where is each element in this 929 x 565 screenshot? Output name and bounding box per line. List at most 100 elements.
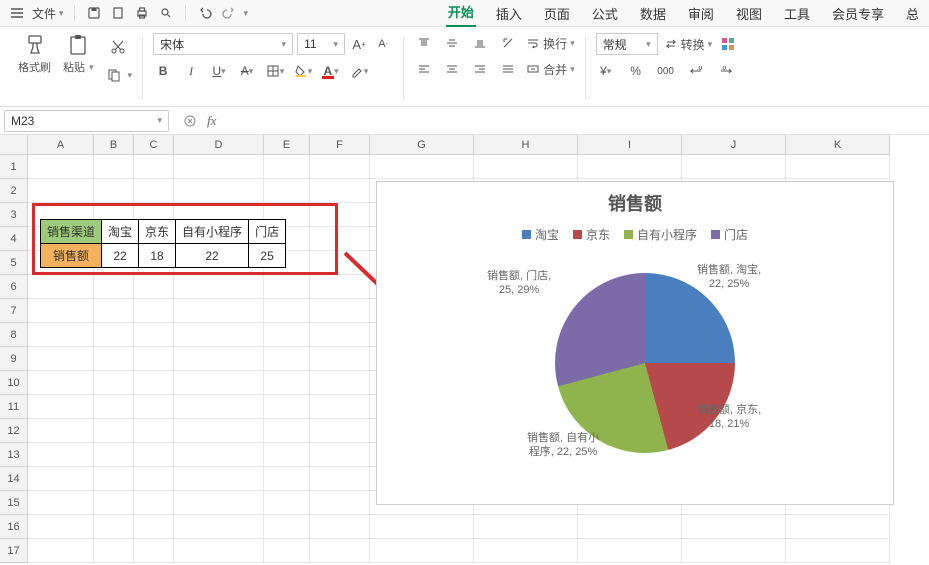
tab-data[interactable]: 数据 [638, 0, 668, 27]
cell[interactable] [310, 443, 370, 467]
cell[interactable] [474, 539, 578, 563]
cell[interactable] [134, 323, 174, 347]
cell[interactable] [310, 491, 370, 515]
tab-page[interactable]: 页面 [542, 0, 572, 27]
cell[interactable] [28, 299, 94, 323]
row-header[interactable]: 17 [0, 539, 28, 563]
increase-font-icon[interactable]: A+ [349, 34, 369, 54]
cell[interactable] [264, 299, 310, 323]
format-painter-button[interactable]: 格式刷 [14, 33, 55, 75]
redo-icon[interactable] [220, 4, 238, 22]
column-header[interactable]: D [174, 135, 264, 155]
cell[interactable] [264, 443, 310, 467]
cell[interactable] [682, 539, 786, 563]
cell[interactable] [310, 347, 370, 371]
row-header[interactable]: 13 [0, 443, 28, 467]
cell[interactable] [264, 275, 310, 299]
align-top-icon[interactable] [414, 33, 434, 53]
fill-color-icon[interactable]: ▾ [293, 61, 313, 81]
cell[interactable] [264, 491, 310, 515]
table-cell[interactable]: 25 [249, 244, 286, 268]
cell[interactable] [174, 299, 264, 323]
row-header[interactable]: 11 [0, 395, 28, 419]
chevron-down-icon[interactable]: ▾ [244, 8, 249, 19]
tab-tools[interactable]: 工具 [782, 0, 812, 27]
row-header[interactable]: 4 [0, 227, 28, 251]
cell[interactable] [310, 251, 370, 275]
wrap-text-button[interactable]: 换行▾ [526, 33, 575, 53]
column-header[interactable]: F [310, 135, 370, 155]
cell[interactable] [134, 467, 174, 491]
convert-button[interactable]: 转换▾ [664, 34, 713, 54]
justify-icon[interactable] [498, 59, 518, 79]
cell[interactable] [28, 323, 94, 347]
cell[interactable] [786, 539, 890, 563]
cell[interactable] [94, 299, 134, 323]
cell[interactable] [264, 419, 310, 443]
currency-icon[interactable]: ¥ ▾ [596, 61, 616, 81]
percent-icon[interactable]: % [626, 61, 646, 81]
fx-icon[interactable]: fx [207, 113, 216, 129]
print-icon[interactable] [133, 4, 151, 22]
bold-icon[interactable]: B [153, 61, 173, 81]
font-name-select[interactable]: 宋体▾ [153, 33, 293, 55]
comma-icon[interactable]: 000 [656, 61, 676, 81]
column-header[interactable]: E [264, 135, 310, 155]
row-header[interactable]: 16 [0, 515, 28, 539]
cell[interactable] [310, 371, 370, 395]
new-icon[interactable] [109, 4, 127, 22]
align-bottom-icon[interactable] [470, 33, 490, 53]
row-header[interactable]: 14 [0, 467, 28, 491]
cell[interactable] [264, 347, 310, 371]
cell[interactable] [264, 371, 310, 395]
cell[interactable] [174, 395, 264, 419]
cell[interactable] [94, 419, 134, 443]
cell[interactable] [94, 395, 134, 419]
cell[interactable] [264, 539, 310, 563]
cell[interactable] [310, 275, 370, 299]
cell[interactable] [682, 515, 786, 539]
cell[interactable] [134, 179, 174, 203]
cell[interactable] [134, 155, 174, 179]
cell[interactable] [134, 347, 174, 371]
cell[interactable] [310, 299, 370, 323]
tab-view[interactable]: 视图 [734, 0, 764, 27]
italic-icon[interactable]: I [181, 61, 201, 81]
cell[interactable] [264, 155, 310, 179]
name-box[interactable]: M23 ▾ [4, 110, 169, 132]
cell[interactable] [134, 419, 174, 443]
cell[interactable] [264, 395, 310, 419]
cell[interactable] [310, 515, 370, 539]
cell[interactable] [134, 275, 174, 299]
cell[interactable] [174, 179, 264, 203]
cancel-formula-icon[interactable] [183, 114, 197, 128]
file-menu[interactable]: 文件 ▾ [32, 5, 64, 22]
decrease-font-icon[interactable]: A- [373, 34, 393, 54]
cell[interactable] [264, 323, 310, 347]
cell[interactable] [174, 539, 264, 563]
increase-decimal-icon[interactable]: .0 [716, 61, 736, 81]
row-header[interactable]: 3 [0, 203, 28, 227]
tab-more[interactable]: 总 [904, 0, 921, 27]
cell[interactable] [174, 323, 264, 347]
pie-chart[interactable]: 销售额 淘宝 京东 自有小程序 门店 销售额, 淘宝,22, 25% 销售额, … [376, 181, 894, 505]
cell[interactable] [28, 539, 94, 563]
cell[interactable] [370, 515, 474, 539]
cell[interactable] [786, 515, 890, 539]
cell[interactable] [174, 419, 264, 443]
tab-start[interactable]: 开始 [446, 0, 476, 27]
row-header[interactable]: 6 [0, 275, 28, 299]
underline-icon[interactable]: U▾ [209, 61, 229, 81]
table-cell[interactable]: 18 [139, 244, 176, 268]
cell[interactable] [578, 515, 682, 539]
orientation-icon[interactable] [498, 33, 518, 53]
cell[interactable] [94, 323, 134, 347]
cut-icon[interactable] [104, 37, 133, 57]
table-cell[interactable]: 22 [176, 244, 249, 268]
data-table[interactable]: 销售渠道 淘宝 京东 自有小程序 门店 销售额 22 18 22 25 [40, 219, 286, 268]
cell[interactable] [174, 515, 264, 539]
cell[interactable] [174, 275, 264, 299]
cell[interactable] [134, 371, 174, 395]
cell[interactable] [174, 155, 264, 179]
align-right-icon[interactable] [470, 59, 490, 79]
